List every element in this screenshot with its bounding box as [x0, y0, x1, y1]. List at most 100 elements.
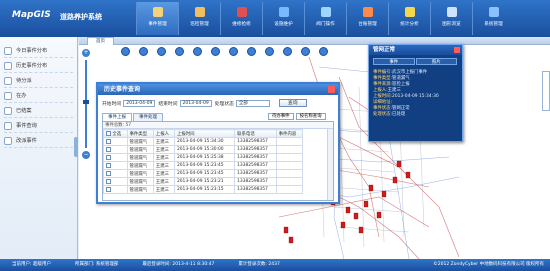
cell-type: 管道漏气 [126, 161, 154, 170]
checkbox-icon[interactable] [106, 186, 111, 192]
checkbox-icon[interactable] [106, 138, 111, 144]
tab-photo[interactable]: 照片 [415, 58, 457, 65]
copyright: ©2012 ZondyCyber 中地数码科技有限公司 版权所有 [433, 262, 544, 267]
nav-item-1[interactable]: 巡检管理 [178, 2, 220, 35]
pan-icon[interactable] [157, 47, 166, 56]
nav-item-0[interactable]: 事件管理 [136, 2, 178, 35]
nav-item-2[interactable]: 维修抢修 [220, 2, 262, 35]
zoom-track[interactable] [83, 60, 89, 148]
table-row[interactable]: 管道漏气 王建三 2013-04-09 15:30:00 13382598357 [103, 145, 304, 154]
status-select[interactable]: 全部 [235, 99, 270, 107]
identify-icon[interactable] [301, 47, 310, 56]
checkbox-icon[interactable] [106, 154, 111, 160]
full-extent-icon[interactable] [175, 47, 184, 56]
popup-field-value: 王建三 [387, 88, 401, 93]
table-row[interactable]: 管道漏气 王建三 2013-04-09 15:34:30 13382598357 [103, 137, 304, 146]
close-icon[interactable] [328, 86, 335, 93]
end-time-field[interactable]: 2013-04-09 [179, 99, 212, 107]
nav-icon [446, 7, 457, 17]
sidebar-item-4[interactable]: 已结案 [4, 104, 73, 118]
popup-tabs: 事件 照片 [373, 58, 458, 65]
select-all-header[interactable]: 全选 [103, 129, 128, 138]
tab-event[interactable]: 事件 [373, 58, 415, 65]
checkbox-icon[interactable] [106, 178, 111, 184]
nav-item-7[interactable]: 图形浏览 [430, 2, 472, 35]
table-row[interactable]: 管道漏气 王建三 2013-04-09 15:23:45 13382598357 [103, 169, 304, 178]
nav-item-6[interactable]: 统计分析 [388, 2, 430, 35]
table-row[interactable]: 管道漏气 王建三 2013-04-09 15:23:15 13382598357 [103, 185, 304, 194]
next-view-icon[interactable] [211, 47, 220, 56]
cell-reporter: 王建三 [152, 177, 175, 186]
measure-icon[interactable] [265, 47, 274, 56]
checkbox-icon[interactable] [106, 130, 111, 136]
table-row[interactable]: 管道漏气 王建三 2013-04-09 15:23:45 13382598357 [103, 161, 304, 170]
row-checkbox[interactable] [103, 185, 128, 194]
col-reporter: 上报人 [152, 129, 175, 138]
start-time-label: 开始时间 [102, 101, 122, 107]
nav-label: 维修抢修 [232, 22, 251, 27]
nav-item-8[interactable]: 系统管理 [472, 2, 514, 35]
query-button[interactable]: 查询 [278, 99, 307, 107]
tab-event-process[interactable]: 事件处理 [133, 113, 163, 121]
cell-phone: 13382598357 [234, 153, 277, 162]
row-checkbox[interactable] [103, 161, 128, 170]
cell-time: 2013-04-09 15:23:45 [173, 161, 236, 170]
sidebar-collapse-handle[interactable] [74, 137, 78, 157]
zoom-slider[interactable]: + − [82, 49, 90, 159]
table-row[interactable]: 管道漏气 王建三 2013-04-09 15:25:38 13382598357 [103, 153, 304, 162]
zoom-in-icon[interactable] [121, 47, 130, 56]
tab-event-report[interactable]: 事件上报 [102, 113, 132, 121]
close-icon[interactable] [454, 47, 460, 53]
checkbox-icon[interactable] [106, 170, 111, 176]
popup-field-key: 事件类型: [373, 76, 393, 81]
nav-label: 系统管理 [484, 22, 503, 27]
nav-item-3[interactable]: 设施维护 [262, 2, 304, 35]
zoom-out-icon[interactable] [139, 47, 148, 56]
tab-home[interactable]: 首页 [87, 37, 114, 45]
row-checkbox[interactable] [103, 137, 128, 146]
start-time-field[interactable]: 2013-04-09 [123, 99, 156, 107]
sidebar-item-2[interactable]: 待分派 [4, 74, 73, 88]
nav-label: 台账管理 [358, 22, 377, 27]
row-checkbox[interactable] [103, 145, 128, 154]
sidebar-item-6[interactable]: 改派事件 [4, 134, 73, 148]
previous-view-icon[interactable] [193, 47, 202, 56]
sidebar-item-1[interactable]: 历史事件分布 [4, 59, 73, 73]
print-icon[interactable] [319, 47, 328, 56]
select-icon[interactable] [247, 47, 256, 56]
row-checkbox[interactable] [103, 153, 128, 162]
checkbox-icon[interactable] [106, 162, 111, 168]
sidebar-item-5[interactable]: 事件查询 [4, 119, 73, 133]
refresh-icon[interactable] [229, 47, 238, 56]
name-filter[interactable]: 按名称查询 [295, 113, 326, 120]
zoom-minus-icon[interactable]: − [82, 151, 90, 159]
grid-scrollbar[interactable] [327, 129, 333, 200]
app-title: 道路养护系统 [60, 13, 102, 21]
sidebar-item-3[interactable]: 在办 [4, 89, 73, 103]
sidebar-item-label: 今日事件分布 [16, 48, 48, 54]
table-row[interactable]: 管道漏气 王建三 2013-04-09 15:23:21 13382598357 [103, 177, 304, 186]
zoom-knob[interactable] [83, 100, 89, 104]
cell-time: 2013-04-09 15:23:15 [173, 185, 236, 194]
pending-filter[interactable]: 待办事件 [268, 113, 294, 120]
nav-item-5[interactable]: 台账管理 [346, 2, 388, 35]
cell-phone: 13382598357 [234, 177, 277, 186]
checkbox-icon[interactable] [106, 146, 111, 152]
clear-icon[interactable] [283, 47, 292, 56]
popup-field-key: 事件状态: [373, 106, 393, 111]
event-info-popup: 管网正常 事件 照片 事件编号:武汉市上报门事件 事件类型:管道漏气 事件来源:巡检… [368, 44, 463, 142]
table-header-row: 全选 事件类型 上报人 上报时间 联系电话 事件内容 [103, 129, 304, 138]
check-icon [4, 106, 12, 115]
end-time-label: 结束时间 [158, 101, 178, 107]
login-count: 累计登录次数: 2437 [238, 262, 280, 267]
nav-item-4[interactable]: 阀门操作 [304, 2, 346, 35]
popup-field-value: 2013-04-09 15:34:30 [392, 94, 439, 99]
sidebar-item-0[interactable]: 今日事件分布 [4, 44, 73, 58]
cell-reporter: 王建三 [152, 153, 175, 162]
row-checkbox[interactable] [103, 177, 128, 186]
right-panel-toggle[interactable] [542, 71, 550, 111]
popup-title-bar: 管网正常 [369, 45, 462, 55]
row-checkbox[interactable] [103, 169, 128, 178]
cell-content [275, 153, 304, 162]
zoom-plus-icon[interactable]: + [82, 49, 90, 57]
